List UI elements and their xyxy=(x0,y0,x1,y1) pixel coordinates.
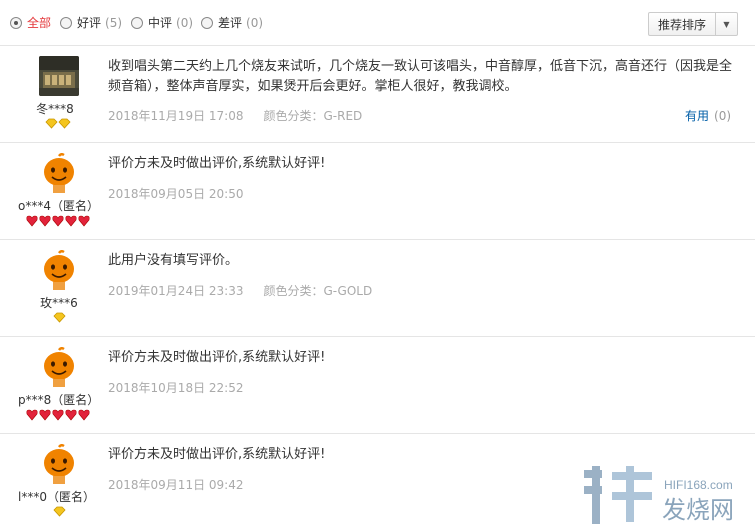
review-user: 玫***6 xyxy=(0,240,118,337)
radio-icon[interactable] xyxy=(131,16,143,29)
review-date: 2018年11月19日 17:08 xyxy=(108,109,244,123)
review-text: 此用户没有填写评价。 xyxy=(108,253,239,268)
user-level xyxy=(53,312,66,324)
watermark-name: 发烧网 xyxy=(662,496,734,524)
user-level xyxy=(26,409,92,421)
red-heart-icon xyxy=(78,215,90,227)
filter-good-label: 好评 xyxy=(77,16,102,30)
review-date: 2019年01月24日 23:33 xyxy=(108,284,244,298)
filter-bad-count: (0) xyxy=(246,15,264,30)
review-meta: 2018年09月05日 20:50 xyxy=(108,185,243,202)
useful-button[interactable]: 有用 (0) xyxy=(685,107,731,124)
sort-label: 推荐排序 xyxy=(658,17,707,32)
red-heart-icon xyxy=(52,215,64,227)
filter-bad-label: 差评 xyxy=(218,16,243,30)
red-heart-icon xyxy=(26,409,38,421)
useful-label[interactable]: 有用 xyxy=(685,109,709,123)
site-watermark: HIFI168.com 发烧网 xyxy=(582,462,752,528)
radio-icon[interactable] xyxy=(60,16,72,29)
review-date: 2018年10月18日 22:52 xyxy=(108,381,244,395)
radio-checked-icon[interactable] xyxy=(10,16,22,29)
review-meta: 2018年09月11日 09:42 xyxy=(108,476,243,493)
filter-bad[interactable]: 差评 (0) xyxy=(201,14,263,31)
review-item: o***4（匿名） 评价方未及时做出评价,系统默认好评! 2018年09月05日… xyxy=(0,143,755,240)
review-text: 评价方未及时做出评价,系统默认好评! xyxy=(108,156,326,171)
red-heart-icon xyxy=(65,409,77,421)
orange-mascot-avatar[interactable] xyxy=(39,444,79,484)
red-heart-icon xyxy=(26,215,38,227)
red-heart-icon xyxy=(65,215,77,227)
chevron-down-icon[interactable]: ▼ xyxy=(715,13,737,35)
red-heart-icon xyxy=(39,215,51,227)
review-user: 冬***8 xyxy=(0,46,118,143)
filter-neutral-count: (0) xyxy=(176,15,194,30)
review-color-option: 颜色分类：G-GOLD xyxy=(263,284,373,298)
fashao-logo xyxy=(584,466,652,524)
orange-mascot-avatar[interactable] xyxy=(39,347,79,387)
review-username: 玫***6 xyxy=(40,296,78,310)
filter-good-count: (5) xyxy=(105,15,123,30)
red-heart-icon xyxy=(78,409,90,421)
review-item: p***8（匿名） 评价方未及时做出评价,系统默认好评! 2018年10月18日… xyxy=(0,337,755,434)
filter-all-label: 全部 xyxy=(27,16,52,30)
gold-diamond-icon xyxy=(45,118,58,129)
user-level xyxy=(45,118,73,130)
review-user: o***4（匿名） xyxy=(0,143,118,240)
review-meta: 2018年11月19日 17:08 颜色分类：G-RED xyxy=(108,107,362,124)
watermark-site: HIFI168.com xyxy=(664,478,733,492)
gold-diamond-icon xyxy=(53,312,66,323)
product-photo-avatar[interactable] xyxy=(39,56,79,96)
sort-dropdown[interactable]: 推荐排序 ▼ xyxy=(648,12,738,36)
red-heart-icon xyxy=(52,409,64,421)
filter-neutral-label: 中评 xyxy=(148,16,173,30)
review-user: p***8（匿名） xyxy=(0,337,118,434)
red-heart-icon xyxy=(39,409,51,421)
review-filter-bar: 全部 好评 (5) 中评 (0) 差评 (0) 推荐排序 ▼ xyxy=(0,0,755,46)
review-item: 玫***6 此用户没有填写评价。 2019年01月24日 23:33 颜色分类：G… xyxy=(0,240,755,337)
review-date: 2018年09月05日 20:50 xyxy=(108,187,244,201)
gold-diamond-icon xyxy=(53,506,66,517)
review-meta: 2018年10月18日 22:52 xyxy=(108,379,243,396)
filter-good[interactable]: 好评 (5) xyxy=(60,14,122,31)
review-item: 冬***8 收到唱头第二天约上几个烧友来试听，几个烧友一致认可该唱头，中音醇厚，… xyxy=(0,46,755,143)
orange-mascot-avatar[interactable] xyxy=(39,153,79,193)
review-user: l***0（匿名） xyxy=(0,434,118,532)
radio-icon[interactable] xyxy=(201,16,213,29)
filter-neutral[interactable]: 中评 (0) xyxy=(131,14,193,31)
filter-all[interactable]: 全部 xyxy=(10,14,51,31)
user-level xyxy=(53,506,66,518)
review-text: 评价方未及时做出评价,系统默认好评! xyxy=(108,350,326,365)
gold-diamond-icon xyxy=(58,118,71,129)
user-level xyxy=(26,215,92,227)
useful-count: (0) xyxy=(714,109,732,123)
orange-mascot-avatar[interactable] xyxy=(39,250,79,290)
review-date: 2018年09月11日 09:42 xyxy=(108,478,244,492)
review-text: 收到唱头第二天约上几个烧友来试听，几个烧友一致认可该唱头，中音醇厚，低音下沉，高… xyxy=(108,59,733,94)
review-color-option: 颜色分类：G-RED xyxy=(263,109,363,123)
review-username: 冬***8 xyxy=(36,102,74,116)
review-meta: 2019年01月24日 23:33 颜色分类：G-GOLD xyxy=(108,282,372,299)
